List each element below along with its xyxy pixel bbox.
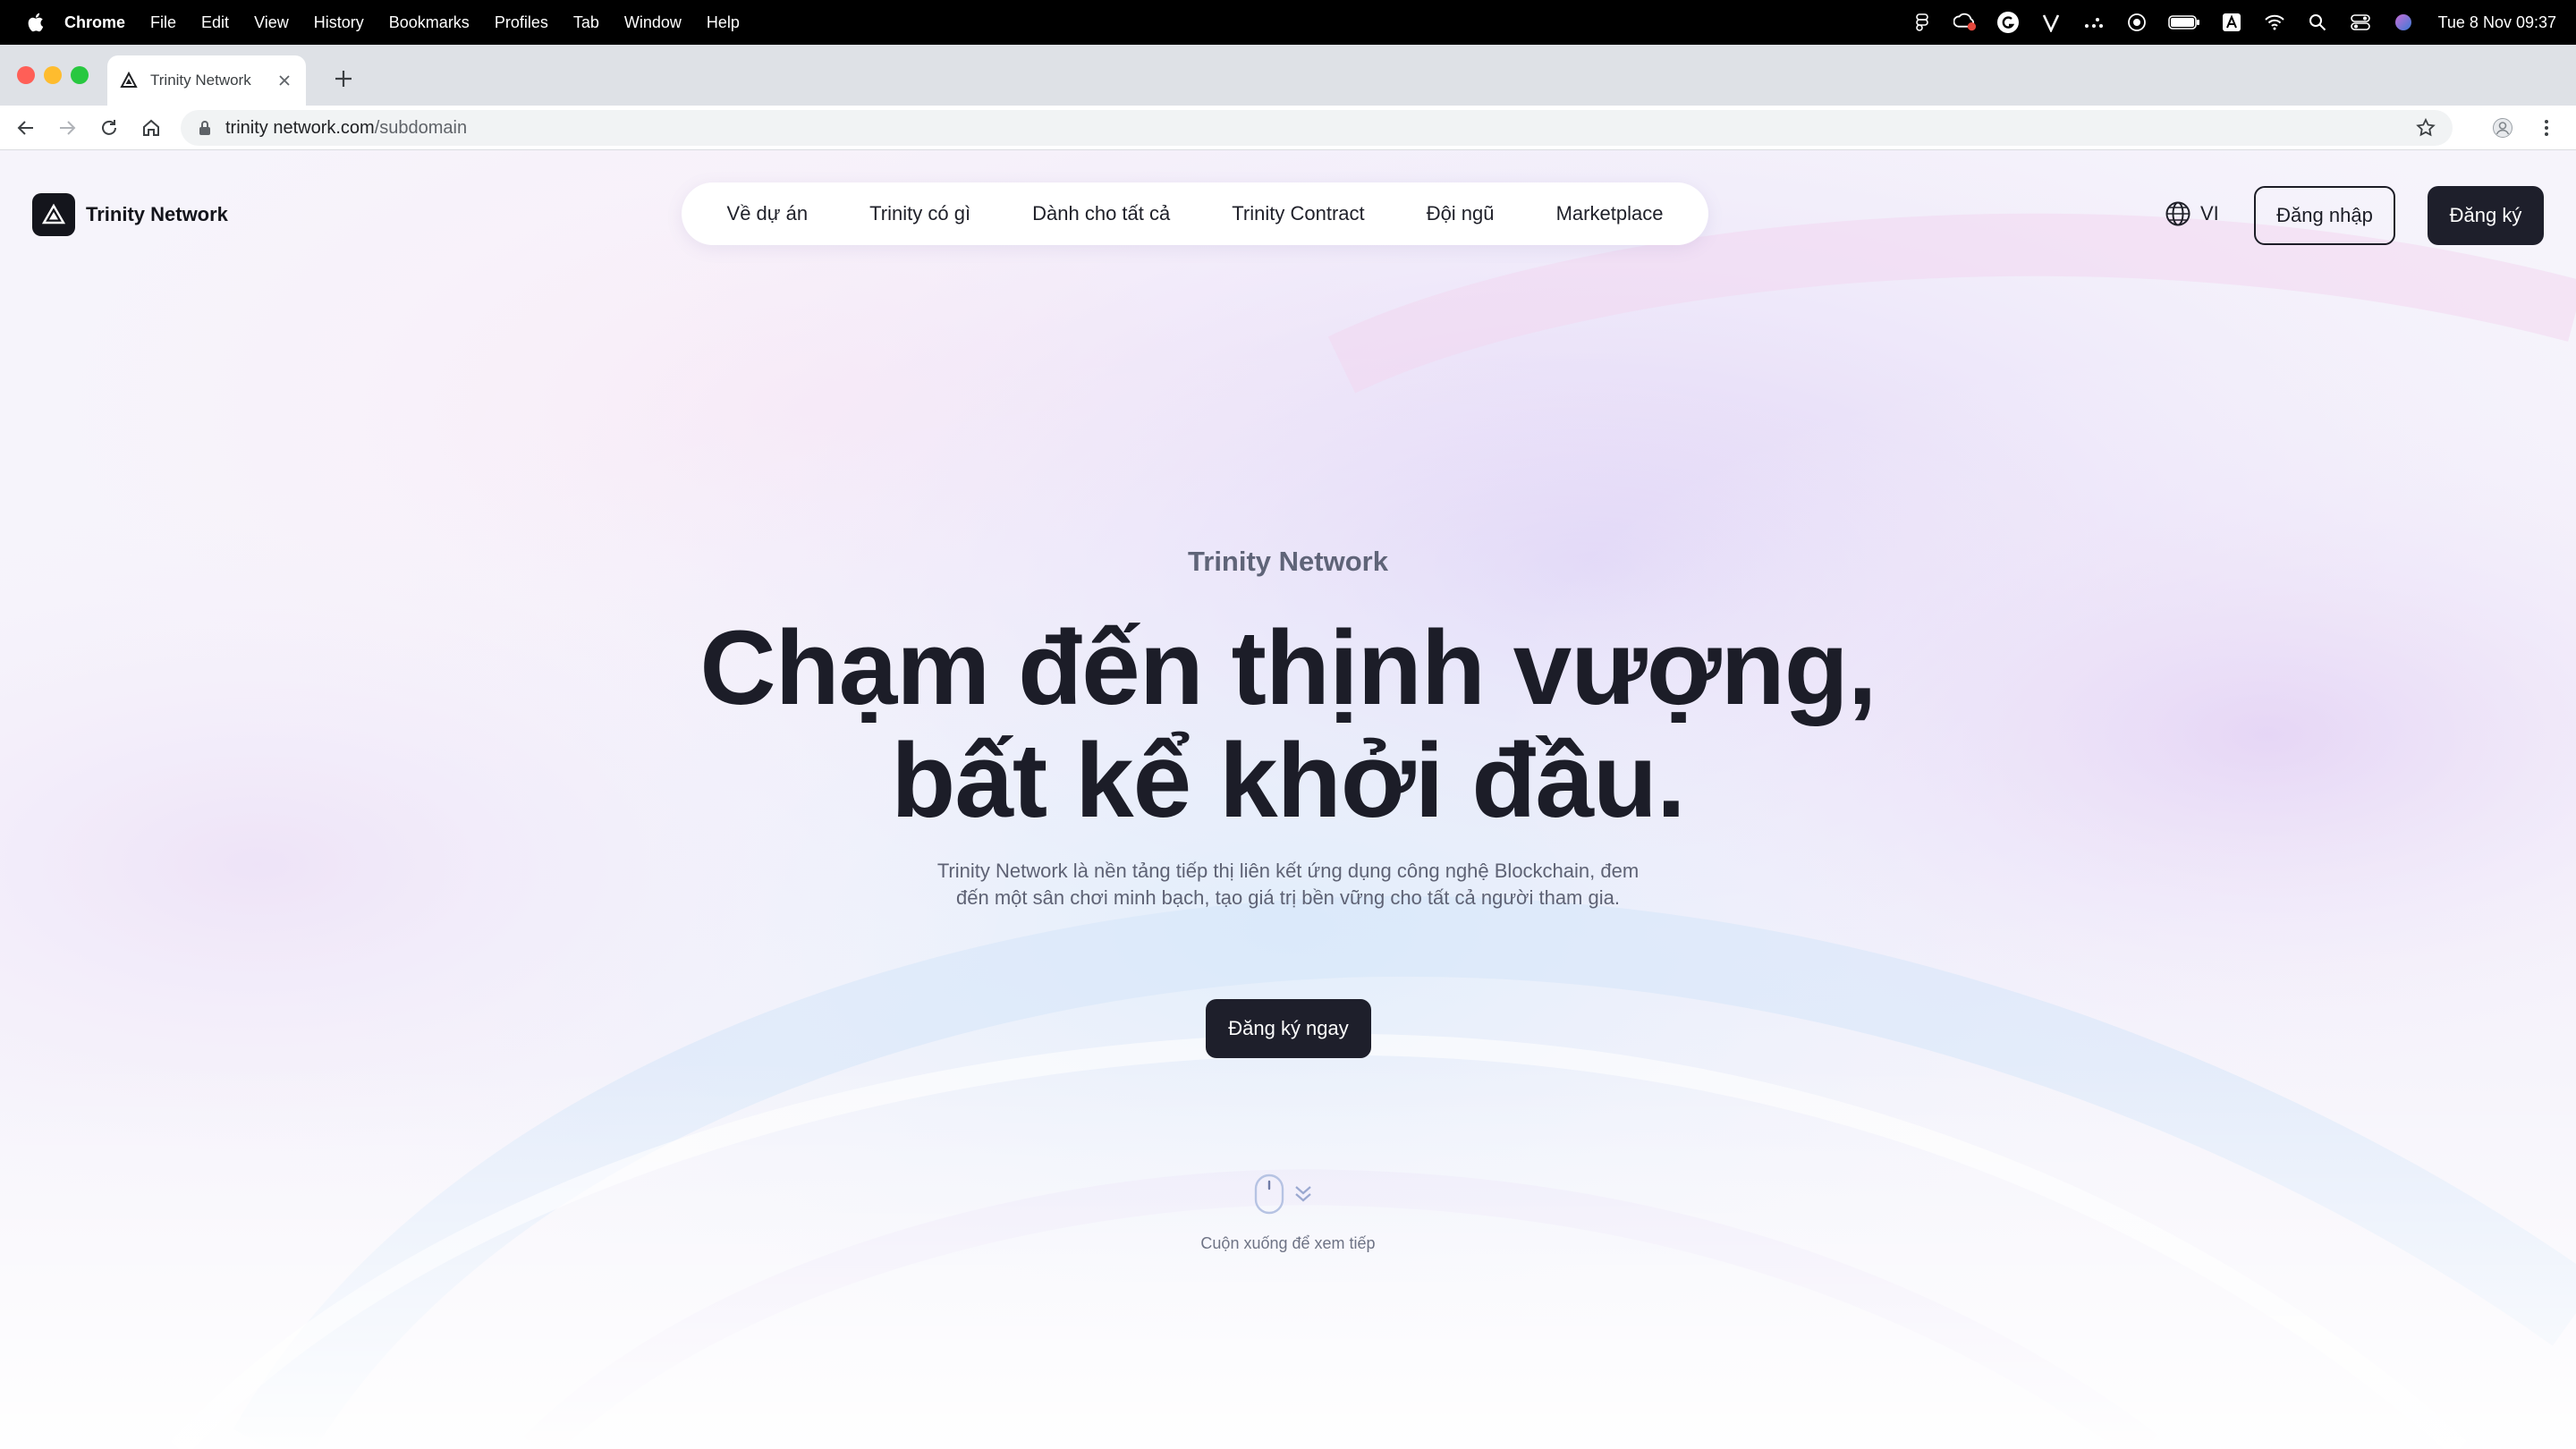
hero-headline: Chạm đến thịnh vượng, bất kể khởi đầu.: [0, 612, 2576, 837]
window-minimize-button[interactable]: [44, 66, 62, 84]
menu-bookmarks[interactable]: Bookmarks: [389, 13, 470, 32]
control-center-icon[interactable]: [2349, 11, 2372, 34]
nav-what-trinity-has[interactable]: Trinity có gì: [869, 202, 970, 225]
creative-cloud-icon[interactable]: [1953, 11, 1977, 34]
hero-eyebrow: Trinity Network: [1188, 546, 1388, 577]
menu-help[interactable]: Help: [707, 13, 740, 32]
main-navigation: Về dự án Trinity có gì Dành cho tất cả T…: [682, 182, 1708, 245]
bookmark-star-icon[interactable]: [2415, 117, 2436, 139]
login-button[interactable]: Đăng nhập: [2254, 186, 2395, 245]
url-path: /subdomain: [374, 117, 468, 138]
browser-toolbar: trinity network.com/subdomain: [0, 106, 2576, 150]
trinity-favicon-icon: [120, 72, 138, 89]
tab-close-icon[interactable]: [275, 72, 293, 89]
nav-team[interactable]: Đội ngũ: [1427, 202, 1495, 225]
back-arrow-icon[interactable]: [14, 116, 38, 140]
home-icon[interactable]: [140, 116, 163, 140]
window-zoom-button[interactable]: [71, 66, 89, 84]
hero-description-line-1: Trinity Network là nền tảng tiếp thị liê…: [936, 860, 1640, 882]
trinity-logo-icon: [32, 193, 75, 236]
keyboard-a-icon[interactable]: [2220, 11, 2243, 34]
hero-description-line-2: đến một sân chơi minh bạch, tạo giá trị …: [956, 886, 1620, 909]
wifi-icon[interactable]: [2263, 11, 2286, 34]
chevron-down-icon: [1293, 1183, 1313, 1205]
url-text: trinity network.com/subdomain: [225, 118, 467, 139]
menu-edit[interactable]: Edit: [201, 13, 229, 32]
menu-history[interactable]: History: [314, 13, 364, 32]
hero-headline-line-1: Chạm đến thịnh vượng,: [699, 609, 1877, 727]
register-now-button[interactable]: Đăng ký ngay: [1206, 999, 1371, 1058]
battery-icon[interactable]: [2167, 11, 2200, 34]
signup-button[interactable]: Đăng ký: [2428, 186, 2544, 245]
play-circle-icon[interactable]: [2125, 11, 2148, 34]
nav-about-project[interactable]: Về dự án: [727, 202, 809, 225]
forward-arrow-icon[interactable]: [55, 116, 79, 140]
reload-icon[interactable]: [97, 116, 121, 140]
globe-icon: [2165, 200, 2191, 227]
language-label: VI: [2200, 202, 2219, 225]
menu-window[interactable]: Window: [624, 13, 682, 32]
nav-trinity-contract[interactable]: Trinity Contract: [1232, 202, 1364, 225]
browser-tab-active[interactable]: Trinity Network: [107, 55, 306, 106]
profile-avatar-icon[interactable]: [2491, 116, 2514, 140]
nav-for-everyone[interactable]: Dành cho tất cả: [1032, 202, 1170, 225]
web-page: Trinity Network Về dự án Trinity có gì D…: [0, 150, 2576, 1449]
browser-tab-strip: Trinity Network: [0, 45, 2576, 106]
brand-name: Trinity Network: [86, 203, 228, 225]
figma-icon[interactable]: [1911, 11, 1934, 34]
more-menu-icon[interactable]: [2535, 116, 2558, 140]
nav-marketplace[interactable]: Marketplace: [1556, 202, 1664, 225]
scroll-hint[interactable]: [1254, 1172, 1313, 1216]
dots-icon[interactable]: [2082, 11, 2106, 34]
menu-app-name[interactable]: Chrome: [64, 13, 125, 32]
language-selector[interactable]: VI: [2165, 200, 2219, 227]
tab-title: Trinity Network: [150, 72, 251, 89]
site-brand[interactable]: Trinity Network: [32, 193, 228, 236]
hero-description: Trinity Network là nền tảng tiếp thị liê…: [912, 858, 1664, 911]
menu-tab[interactable]: Tab: [573, 13, 599, 32]
siri-icon[interactable]: [2392, 11, 2415, 34]
scroll-hint-label: Cuộn xuống để xem tiếp: [1200, 1234, 1376, 1252]
apple-menu-icon[interactable]: [21, 12, 48, 33]
menu-file[interactable]: File: [150, 13, 176, 32]
hero-headline-line-2: bất kể khởi đầu.: [891, 722, 1686, 840]
lock-icon[interactable]: [199, 120, 213, 136]
menu-view[interactable]: View: [254, 13, 289, 32]
grammarly-icon[interactable]: [1996, 11, 2020, 34]
search-icon[interactable]: [2306, 11, 2329, 34]
window-close-button[interactable]: [17, 66, 35, 84]
menubar-clock[interactable]: Tue 8 Nov 09:37: [2438, 13, 2556, 32]
v-icon[interactable]: [2039, 11, 2063, 34]
macos-menu-bar: Chrome File Edit View History Bookmarks …: [0, 0, 2576, 45]
status-area: Tue 8 Nov 09:37: [1911, 0, 2556, 45]
url-host: trinity network.com: [225, 117, 375, 138]
address-bar[interactable]: trinity network.com/subdomain: [181, 110, 2453, 146]
mouse-icon: [1254, 1174, 1284, 1215]
menu-profiles[interactable]: Profiles: [495, 13, 548, 32]
new-tab-button[interactable]: [331, 66, 356, 91]
